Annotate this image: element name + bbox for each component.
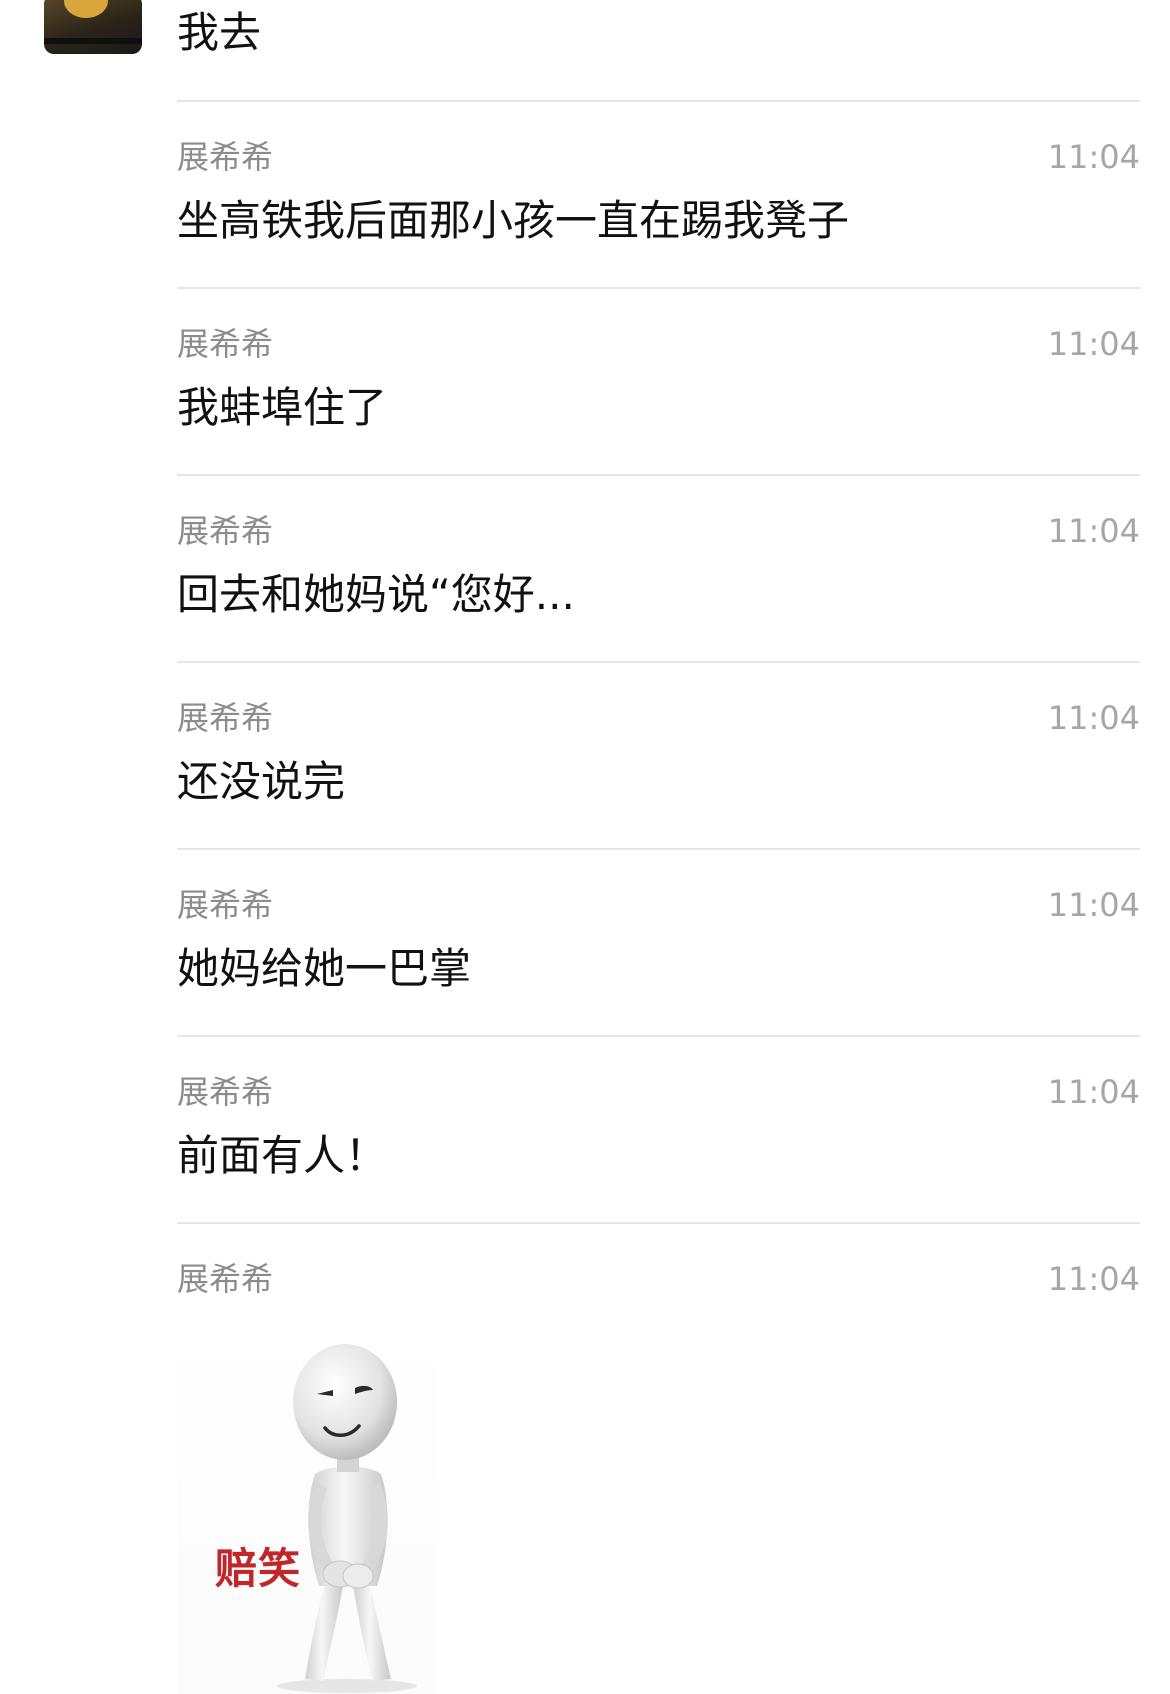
list-item[interactable]: 展希希 11:04 赔笑 <box>177 1224 1140 1694</box>
list-item[interactable]: 展希希 11:04 前面有人！ <box>177 1037 1140 1222</box>
sender-name: 展希希 <box>177 699 274 737</box>
list-item[interactable]: 展希希 11:04 坐高铁我后面那小孩一直在踢我凳子 <box>177 102 1140 287</box>
timestamp: 11:04 <box>1047 886 1140 924</box>
list-item[interactable]: 展希希 11:04 她妈给她一巴掌 <box>177 850 1140 1035</box>
message-list: 展希希 11:04 坐高铁我后面那小孩一直在踢我凳子 展希希 11:04 我蚌埠… <box>177 100 1140 1694</box>
message-text: 还没说完 <box>177 757 346 806</box>
message-text: 我去 <box>177 8 262 57</box>
sender-name: 展希希 <box>177 138 274 176</box>
message-text: 回去和她妈说“您好... <box>177 570 575 619</box>
avatar[interactable] <box>44 0 142 54</box>
timestamp: 11:04 <box>1047 138 1140 176</box>
avatar-image-detail <box>64 0 108 18</box>
list-item[interactable]: 展希希 11:04 还没说完 <box>177 663 1140 848</box>
list-item[interactable]: 展希希 11:04 我蚌埠住了 <box>177 289 1140 474</box>
sender-name: 展希希 <box>177 1260 274 1298</box>
message-text: 坐高铁我后面那小孩一直在踢我凳子 <box>177 196 850 245</box>
sticker-caption: 赔笑 <box>215 1544 302 1593</box>
timestamp: 11:04 <box>1047 512 1140 550</box>
timestamp: 11:04 <box>1047 325 1140 363</box>
timestamp: 11:04 <box>1047 1073 1140 1111</box>
message-text: 她妈给她一巴掌 <box>177 944 472 993</box>
list-item[interactable]: 展希希 11:04 回去和她妈说“您好... <box>177 476 1140 661</box>
sender-name: 展希希 <box>177 1073 274 1111</box>
sender-name: 展希希 <box>177 325 274 363</box>
sticker-image[interactable]: 赔笑 <box>177 1324 437 1694</box>
sender-name: 展希希 <box>177 886 274 924</box>
message-text: 我蚌埠住了 <box>177 383 388 432</box>
message-text: 前面有人！ <box>177 1131 388 1180</box>
stick-figure-illustration <box>277 1344 417 1693</box>
sender-name: 展希希 <box>177 512 274 550</box>
timestamp: 11:04 <box>1047 699 1140 737</box>
timestamp: 11:04 <box>1047 1260 1140 1298</box>
avatar-image-detail <box>44 38 142 44</box>
